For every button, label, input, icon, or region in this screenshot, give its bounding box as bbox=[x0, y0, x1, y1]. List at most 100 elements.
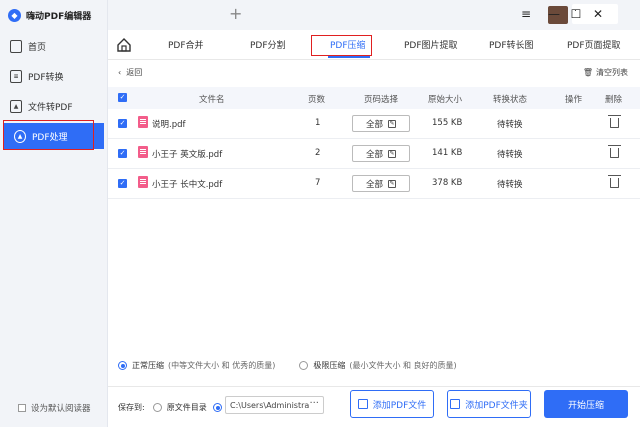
save-to-label: 保存到: bbox=[118, 403, 145, 412]
page-select-button[interactable]: 全部 ✎ bbox=[352, 175, 410, 192]
original-size: 378 KB bbox=[432, 178, 463, 188]
app-title-label: 嗨动PDF编辑器 bbox=[26, 12, 92, 22]
page-count: 1 bbox=[315, 118, 321, 128]
delete-icon[interactable] bbox=[608, 145, 621, 158]
page-select-button[interactable]: 全部 ✎ bbox=[352, 115, 410, 132]
trash-icon: 🗑 bbox=[582, 68, 593, 77]
tab-pdf-merge[interactable]: PDF合并 bbox=[168, 38, 204, 51]
back-label: 返回 bbox=[126, 68, 143, 77]
sidebar-item-label: 文件转PDF bbox=[28, 102, 73, 113]
default-reader-checkbox[interactable] bbox=[18, 404, 26, 412]
sidebar-item-home[interactable]: 首页 bbox=[0, 33, 104, 59]
select-all-checkbox[interactable]: ✓ bbox=[118, 93, 127, 102]
clear-list-button[interactable]: 🗑 清空列表 bbox=[583, 67, 628, 78]
sidebar: ◆ 嗨动PDF编辑器 首页 ≡ PDF转换 ▲ 文件转PDF ▲ PDF处理 设… bbox=[0, 0, 108, 427]
default-reader-label: 设为默认阅读器 bbox=[31, 404, 91, 414]
convert-status: 待转换 bbox=[497, 120, 523, 130]
page-count: 2 bbox=[315, 148, 321, 158]
bottom-bar: 保存到: 原文件目录 C:\Users\Administra... ··· 添加… bbox=[108, 386, 640, 427]
pdf-file-icon bbox=[138, 146, 148, 158]
file-name: 说明.pdf bbox=[152, 120, 186, 130]
tab-pdf-split[interactable]: PDF分割 bbox=[250, 38, 286, 51]
edit-icon: ✎ bbox=[388, 119, 396, 128]
add-pdf-folder-button[interactable]: 添加PDF文件夹 bbox=[447, 390, 531, 418]
start-compress-label: 开始压缩 bbox=[567, 400, 604, 411]
file-name: 小王子 长中文.pdf bbox=[152, 180, 223, 190]
pdf-convert-icon: ≡ bbox=[10, 69, 22, 83]
default-reader-option[interactable]: 设为默认阅读器 bbox=[18, 402, 91, 414]
delete-icon[interactable] bbox=[608, 175, 621, 188]
column-header: 删除 bbox=[605, 95, 623, 105]
menu-icon[interactable]: ≡ bbox=[518, 6, 534, 22]
page-select-label: 全部 bbox=[365, 179, 383, 190]
page-select-label: 全部 bbox=[365, 119, 383, 130]
column-header: 转换状态 bbox=[493, 95, 528, 105]
sidebar-item-file-to-pdf[interactable]: ▲ 文件转PDF bbox=[0, 93, 104, 119]
clear-list-label: 清空列表 bbox=[596, 68, 628, 77]
home-icon bbox=[10, 39, 22, 53]
minimize-icon[interactable]: — bbox=[546, 6, 562, 22]
file-name: 小王子 英文版.pdf bbox=[152, 150, 223, 160]
convert-status: 待转换 bbox=[497, 150, 523, 160]
column-header: 操作 bbox=[565, 95, 583, 105]
add-pdf-file-label: 添加PDF文件 bbox=[372, 400, 427, 411]
tab-highlight-box bbox=[311, 35, 372, 56]
home-tab-icon[interactable] bbox=[116, 37, 132, 53]
column-header: 页码选择 bbox=[364, 95, 399, 105]
page-select-button[interactable]: 全部 ✎ bbox=[352, 145, 410, 162]
save-path-input[interactable]: C:\Users\Administra... ··· bbox=[225, 396, 324, 414]
original-dir-label: 原文件目录 bbox=[166, 403, 207, 412]
column-header: 文件名 bbox=[199, 95, 225, 105]
tab-pdf-page-extract[interactable]: PDF页面提取 bbox=[567, 38, 621, 51]
edit-icon: ✎ bbox=[388, 149, 396, 158]
extreme-compress-desc: (最小文件大小 和 良好的质量) bbox=[349, 361, 457, 370]
folder-icon bbox=[450, 399, 461, 409]
extreme-compress-radio[interactable] bbox=[299, 361, 309, 370]
browse-button[interactable]: ··· bbox=[309, 398, 319, 409]
normal-compress-radio[interactable] bbox=[118, 361, 127, 370]
main-panel: ‹ 返回 🗑 清空列表 ✓ 文件名 页数 页码选择 原始大小 转换状态 操作 删… bbox=[108, 61, 640, 427]
original-size: 155 KB bbox=[432, 118, 463, 128]
add-pdf-file-button[interactable]: 添加PDF文件 bbox=[350, 390, 434, 418]
close-icon[interactable]: ✕ bbox=[590, 6, 606, 22]
pdf-file-icon bbox=[138, 116, 148, 128]
convert-status: 待转换 bbox=[497, 180, 523, 190]
add-pdf-folder-label: 添加PDF文件夹 bbox=[465, 400, 528, 411]
app-title: ◆ 嗨动PDF编辑器 bbox=[8, 9, 91, 22]
save-location: 保存到: 原文件目录 bbox=[118, 402, 227, 413]
sidebar-item-label: 首页 bbox=[28, 42, 47, 53]
table-row[interactable]: ✓ 小王子 英文版.pdf 2 全部 ✎ 141 KB 待转换 bbox=[108, 139, 640, 169]
new-tab-icon[interactable]: + bbox=[229, 4, 242, 23]
delete-icon[interactable] bbox=[608, 115, 621, 128]
original-size: 141 KB bbox=[432, 148, 463, 158]
row-checkbox[interactable]: ✓ bbox=[118, 149, 127, 158]
pdf-file-icon bbox=[138, 176, 148, 188]
table-row[interactable]: ✓ 说明.pdf 1 全部 ✎ 155 KB 待转换 bbox=[108, 109, 640, 139]
file-to-pdf-icon: ▲ bbox=[10, 99, 22, 113]
tab-pdf-to-long-image[interactable]: PDF转长图 bbox=[489, 38, 534, 51]
normal-compress-label: 正常压缩 bbox=[132, 361, 164, 370]
compression-options: 正常压缩 (中等文件大小 和 优秀的质量) 极限压缩 (最小文件大小 和 良好的… bbox=[118, 360, 457, 371]
tab-pdf-image-extract[interactable]: PDF图片提取 bbox=[404, 38, 458, 51]
active-tab-indicator bbox=[328, 56, 370, 58]
column-header: 原始大小 bbox=[428, 95, 463, 105]
sidebar-item-pdf-convert[interactable]: ≡ PDF转换 bbox=[0, 63, 104, 89]
sidebar-item-label: PDF转换 bbox=[28, 72, 64, 83]
row-checkbox[interactable]: ✓ bbox=[118, 119, 127, 128]
back-button[interactable]: ‹ 返回 bbox=[118, 67, 142, 78]
normal-compress-desc: (中等文件大小 和 优秀的质量) bbox=[168, 361, 276, 370]
column-header: 页数 bbox=[308, 95, 326, 105]
row-checkbox[interactable]: ✓ bbox=[118, 179, 127, 188]
add-file-icon bbox=[357, 399, 368, 409]
highlight-box bbox=[3, 120, 94, 150]
table-header: ✓ 文件名 页数 页码选择 原始大小 转换状态 操作 删除 bbox=[108, 87, 640, 109]
edit-icon: ✎ bbox=[388, 179, 396, 188]
start-compress-button[interactable]: 开始压缩 bbox=[544, 390, 628, 418]
original-dir-radio[interactable] bbox=[152, 403, 162, 412]
custom-dir-radio[interactable] bbox=[212, 403, 222, 412]
table-row[interactable]: ✓ 小王子 长中文.pdf 7 全部 ✎ 378 KB 待转换 bbox=[108, 169, 640, 199]
extreme-compress-label: 极限压缩 bbox=[313, 361, 346, 370]
tab-strip: PDF合并 PDF分割 PDF压缩 PDF图片提取 PDF转长图 PDF页面提取 bbox=[108, 30, 640, 60]
maximize-icon[interactable]: ☐ bbox=[568, 6, 584, 22]
page-select-label: 全部 bbox=[365, 149, 383, 160]
